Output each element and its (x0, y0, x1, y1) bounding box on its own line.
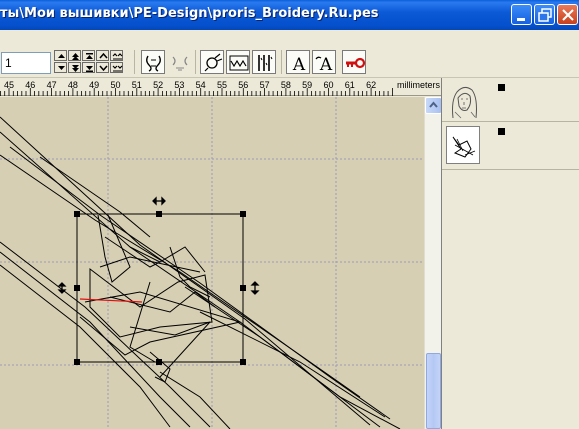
ruler-label: 47 (46, 80, 57, 90)
satin-stitch-button[interactable] (252, 50, 276, 74)
stitch-lines (0, 116, 401, 429)
move-up-fast-button[interactable] (68, 50, 81, 61)
ruler-label: 49 (89, 80, 100, 90)
ruler-label: 45 (3, 80, 15, 90)
embroidery-design (0, 97, 424, 429)
fish-icon (452, 136, 476, 158)
move-top-button[interactable] (82, 50, 95, 61)
pe-design-window: ты\Мои вышивки\PE-Design\proris_Broidery… (0, 0, 579, 429)
step-down-icon (99, 65, 108, 72)
to-top-icon (86, 53, 93, 59)
sew-setting-button[interactable] (200, 50, 224, 74)
minimize-button[interactable] (511, 4, 532, 25)
ruler-label: 57 (259, 80, 270, 90)
toolbar-separator (281, 50, 282, 74)
move-up-button[interactable] (54, 50, 67, 61)
step-down-button[interactable] (96, 62, 109, 73)
ruler-label: 54 (195, 80, 206, 90)
scroll-thumb[interactable] (426, 353, 441, 429)
ruler-label: 50 (110, 80, 121, 90)
text-edit-A-icon: A (315, 55, 333, 75)
horizontal-ruler: millimeters 45 46 47 48 49 50 51 52 53 54 55 56 57 58… (0, 78, 441, 96)
zigzag-stitch-button[interactable] (226, 50, 250, 74)
ruler-label: 46 (25, 80, 36, 90)
step-up-button[interactable] (96, 50, 109, 61)
pattern-row[interactable] (442, 122, 579, 170)
double-down-icon (72, 65, 79, 72)
ruler-label: 60 (323, 80, 334, 90)
pattern-list-panel (441, 78, 579, 429)
stitch-break-button[interactable] (167, 50, 191, 74)
satin-icon (258, 55, 273, 71)
ruler-label: 62 (366, 80, 377, 90)
toolbar-separator (134, 50, 135, 74)
collapse-icon (112, 65, 123, 72)
ruler-label: 58 (280, 80, 291, 90)
stitch-break-icon (172, 56, 188, 71)
text-edit-button[interactable]: A (312, 50, 336, 75)
window-title: ты\Мои вышивки\PE-Design\proris_Broidery… (0, 6, 379, 21)
icon-face-thumbnail[interactable] (446, 81, 480, 119)
text-A-icon: A (292, 55, 306, 75)
ruler-label: 56 (238, 80, 249, 90)
auto-punch-icon (146, 55, 161, 72)
auto-punch-button[interactable] (141, 50, 165, 74)
expand-button[interactable] (110, 50, 123, 61)
ruler-label: 53 (174, 80, 185, 90)
restore-icon (538, 8, 552, 22)
design-canvas[interactable] (0, 97, 424, 429)
pattern-row[interactable] (442, 78, 579, 122)
sew-setting-icon (204, 53, 223, 72)
vertical-scrollbar[interactable] (424, 97, 442, 429)
selection-marker (498, 84, 505, 91)
step-up-icon (99, 52, 108, 59)
fish-thumbnail[interactable] (446, 126, 480, 164)
scroll-up-button[interactable] (425, 97, 442, 114)
key-button[interactable] (342, 50, 366, 74)
to-bottom-icon (86, 66, 93, 72)
svg-text:A: A (292, 55, 306, 75)
collapse-button[interactable] (110, 62, 123, 73)
ruler-label: 48 (67, 80, 78, 90)
move-bottom-button[interactable] (82, 62, 95, 73)
restore-button[interactable] (534, 4, 555, 25)
arrow-down-icon (58, 66, 65, 70)
close-button[interactable] (557, 4, 578, 25)
move-down-button[interactable] (54, 62, 67, 73)
ruler-label: 59 (302, 80, 313, 90)
ruler-label: 61 (344, 80, 355, 90)
arrow-up-icon (429, 101, 438, 108)
toolbar-separator (195, 50, 196, 74)
move-down-fast-button[interactable] (68, 62, 81, 73)
close-icon (562, 9, 574, 21)
ruler-label: 52 (153, 80, 164, 90)
ruler-unit: millimeters (397, 80, 441, 90)
text-button[interactable]: A (286, 50, 310, 75)
grid-lines (0, 97, 424, 429)
zigzag-icon (229, 55, 249, 71)
icon-face-icon (452, 86, 477, 119)
minimize-icon (517, 18, 525, 21)
ruler-label: 55 (216, 80, 228, 90)
expand-icon (112, 53, 123, 60)
double-up-icon (72, 53, 79, 60)
arrow-up-icon (58, 54, 65, 58)
ruler-label: 51 (131, 80, 142, 90)
value-input[interactable] (1, 52, 51, 74)
title-bar[interactable]: ты\Мои вышивки\PE-Design\proris_Broidery… (0, 0, 579, 30)
selection-marker (498, 128, 505, 135)
key-icon (346, 57, 366, 69)
